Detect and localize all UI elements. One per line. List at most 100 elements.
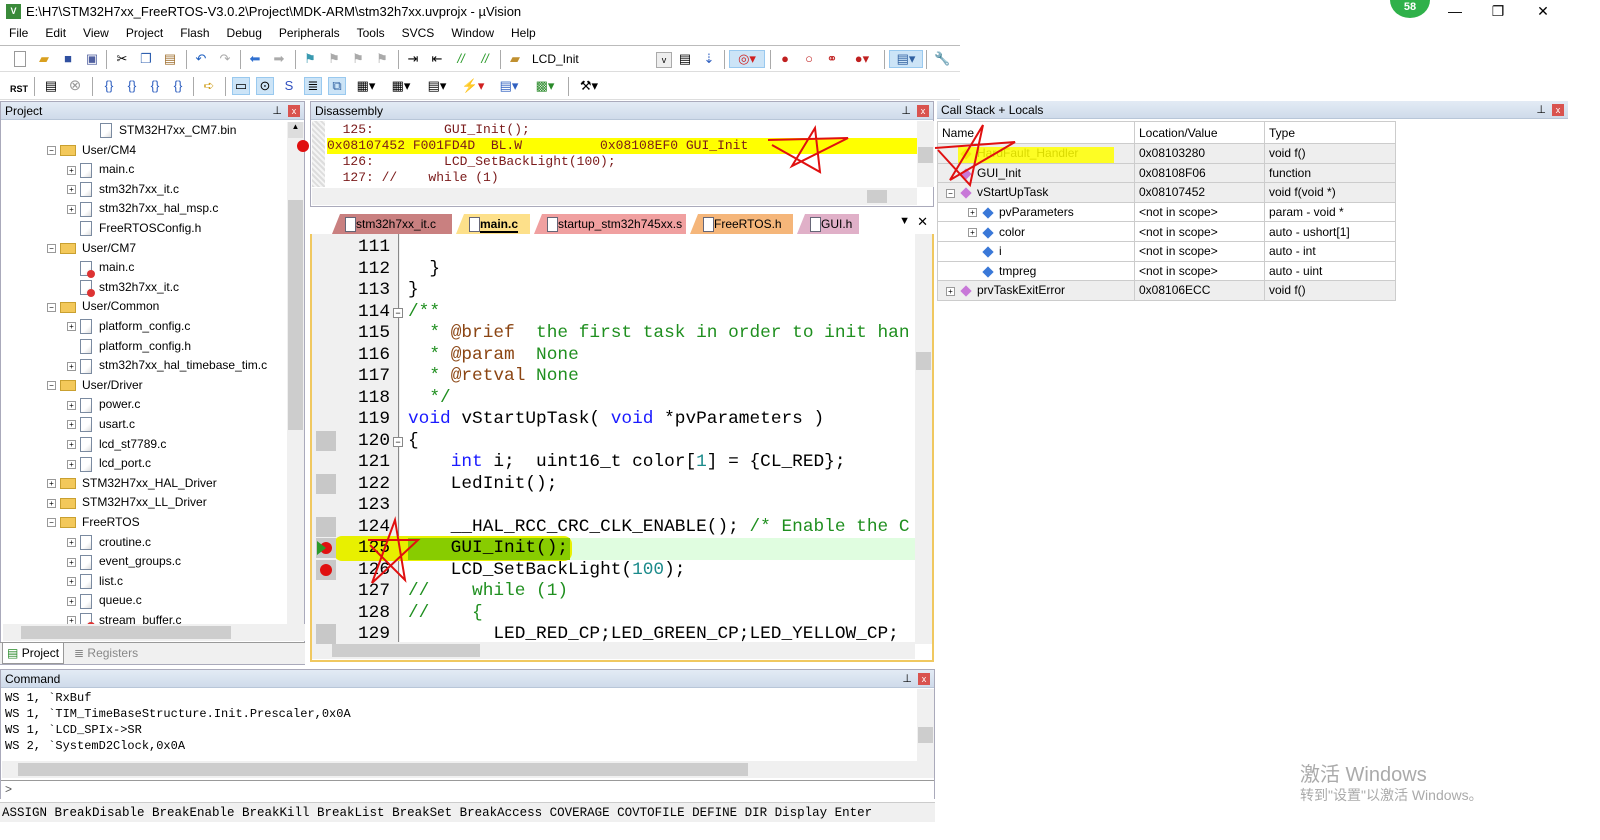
disassembly-window-icon[interactable]: ⊙ xyxy=(256,77,274,95)
tab-main-c[interactable]: main.c xyxy=(456,214,530,234)
code-line[interactable]: __HAL_RCC_CRC_CLK_ENABLE(); /* Enable th… xyxy=(408,517,910,539)
expand-icon[interactable]: + xyxy=(47,498,56,508)
tree-item[interactable]: + list.c xyxy=(67,572,123,591)
expand-icon[interactable]: + xyxy=(67,165,76,175)
expand-icon[interactable]: + xyxy=(67,400,76,410)
registers-window-icon[interactable]: ≣ xyxy=(304,77,322,95)
fold-collapse-icon[interactable]: − xyxy=(393,307,403,318)
memory-window-icon[interactable]: ▦▾ xyxy=(388,78,414,94)
tree-item[interactable]: + usart.c xyxy=(67,415,135,434)
code-line[interactable]: // { xyxy=(408,603,483,625)
expand-icon[interactable]: + xyxy=(67,361,76,371)
breakpoint-icon[interactable] xyxy=(297,140,309,152)
menu-svcs[interactable]: SVCS xyxy=(393,24,443,40)
call-stack-row[interactable]: i <not in scope> auto - int xyxy=(937,240,1396,262)
tab-freertos-h[interactable]: FreeRTOS.h xyxy=(690,214,793,234)
disassembly-current-line[interactable]: 0x08107452 F001FD4D BL.W 0x08108EF0 GUI_… xyxy=(327,138,917,154)
toolbox-icon[interactable]: ⚒▾ xyxy=(576,78,602,94)
close-window-button[interactable]: ✕ xyxy=(1521,0,1565,22)
tree-item[interactable]: + STM32H7xx_HAL_Driver xyxy=(47,474,217,493)
restore-button[interactable]: ❐ xyxy=(1476,0,1520,22)
stop-icon[interactable]: ⊗ xyxy=(67,78,83,94)
tree-item[interactable]: + croutine.c xyxy=(67,533,151,552)
tab-gui-h[interactable]: GUI.h xyxy=(797,214,859,234)
code-line[interactable]: * @retval None xyxy=(408,366,578,388)
column-header-name[interactable]: Name xyxy=(937,121,1135,144)
tree-item[interactable]: + stm32h7xx_it.c xyxy=(67,180,179,199)
expand-icon[interactable]: + xyxy=(67,577,76,587)
menu-flash[interactable]: Flash xyxy=(171,24,217,40)
indent-icon[interactable]: ⇥ xyxy=(405,51,421,67)
code-editor[interactable]: 111 112 } 113} −114/** 115 * @brief the firs… xyxy=(310,234,934,662)
command-window-icon[interactable]: ▭ xyxy=(232,77,250,95)
code-line[interactable]: void vStartUpTask( void *pvParameters ) xyxy=(408,409,824,431)
close-icon[interactable]: x xyxy=(288,105,300,117)
expand-icon[interactable]: + xyxy=(67,420,76,430)
menu-view[interactable]: View xyxy=(74,24,117,40)
tree-item[interactable]: + STM32H7xx_LL_Driver xyxy=(47,493,207,512)
code-line[interactable]: */ xyxy=(408,388,450,410)
editor-vscrollbar[interactable] xyxy=(915,234,932,644)
collapse-icon[interactable]: − xyxy=(47,145,56,155)
save-all-icon[interactable]: ▣ xyxy=(84,51,100,67)
collapse-icon[interactable]: − xyxy=(47,302,56,312)
incremental-find-icon[interactable]: ⇣ xyxy=(701,51,717,67)
tree-item[interactable]: + queue.c xyxy=(67,591,142,610)
tree-item[interactable]: platform_config.h xyxy=(67,337,191,356)
menu-edit[interactable]: Edit xyxy=(36,24,74,40)
close-icon[interactable]: x xyxy=(918,673,930,685)
close-tab-icon[interactable]: ✕ xyxy=(917,214,928,230)
tree-item[interactable]: + event_groups.c xyxy=(67,552,181,571)
pin-icon[interactable]: ⊥ xyxy=(1536,103,1546,116)
call-stack-row[interactable]: − vStartUpTask 0x08107452 void f(void *) xyxy=(937,182,1396,203)
tree-item[interactable]: + main.c xyxy=(67,160,134,179)
column-header-location[interactable]: Location/Value xyxy=(1134,121,1265,144)
minimize-button[interactable]: — xyxy=(1433,0,1477,22)
expand-icon[interactable]: + xyxy=(67,204,76,214)
code-line[interactable]: } xyxy=(408,259,440,281)
tree-item[interactable]: + power.c xyxy=(67,395,140,414)
tab-stm32h7xx-it-c[interactable]: stm32h7xx_it.c xyxy=(332,214,452,234)
tree-item[interactable]: main.c xyxy=(67,258,134,278)
tree-item[interactable]: + stm32h7xx_hal_msp.c xyxy=(67,199,218,218)
expand-icon[interactable]: + xyxy=(47,479,56,489)
tree-item[interactable]: − User/CM7 xyxy=(47,239,136,258)
next-bookmark-icon[interactable]: ⚑ xyxy=(350,51,366,67)
find-combo-input[interactable]: LCD_Init xyxy=(528,51,672,69)
tree-item[interactable]: STM32H7xx_CM7.bin xyxy=(87,121,236,140)
close-icon[interactable]: x xyxy=(917,105,929,117)
analysis-window-icon[interactable]: ⚡▾ xyxy=(460,78,486,94)
tree-item[interactable]: − User/Driver xyxy=(47,376,143,395)
call-stack-row[interactable]: tmpreg <not in scope> auto - uint xyxy=(937,260,1396,282)
code-line[interactable]: } xyxy=(408,280,419,302)
expand-icon[interactable]: + xyxy=(968,208,977,218)
step-over-icon[interactable]: {} xyxy=(124,78,140,94)
code-line[interactable]: * @brief the first task in order to init… xyxy=(408,323,909,345)
bookmark-icon[interactable]: ⚑ xyxy=(302,51,318,67)
code-line[interactable]: { xyxy=(408,431,419,453)
tree-item[interactable]: + lcd_port.c xyxy=(67,454,151,473)
tree-item[interactable]: + platform_config.c xyxy=(67,317,190,336)
expand-icon[interactable]: + xyxy=(968,228,977,237)
column-header-type[interactable]: Type xyxy=(1264,121,1396,144)
code-line[interactable]: /** xyxy=(408,302,440,324)
paste-icon[interactable]: ▤ xyxy=(162,51,178,67)
command-hscrollbar[interactable] xyxy=(2,761,934,778)
uncomment-icon[interactable]: // xyxy=(477,51,493,67)
menu-file[interactable]: File xyxy=(0,24,36,40)
code-line[interactable]: LED_RED_CP;LED_GREEN_CP;LED_YELLOW_CP; xyxy=(408,624,898,646)
unindent-icon[interactable]: ⇤ xyxy=(429,51,445,67)
run-icon[interactable]: ▤ xyxy=(43,78,59,94)
copy-icon[interactable]: ❐ xyxy=(138,51,154,67)
insert-breakpoint-icon[interactable]: ● xyxy=(777,51,793,67)
new-file-icon[interactable] xyxy=(14,51,26,67)
pin-icon[interactable]: ⊥ xyxy=(902,672,912,685)
breakpoint-icon[interactable] xyxy=(320,563,332,576)
system-viewer-icon[interactable]: ▩▾ xyxy=(532,78,558,94)
kill-all-breakpoints-icon[interactable]: ●▾ xyxy=(848,51,876,67)
code-line[interactable]: * @param None xyxy=(408,345,578,367)
expand-icon[interactable]: + xyxy=(67,439,76,449)
project-hscrollbar[interactable] xyxy=(3,624,305,641)
fold-collapse-icon[interactable]: − xyxy=(393,436,403,447)
code-line[interactable]: LCD_SetBackLight(100); xyxy=(408,560,686,582)
